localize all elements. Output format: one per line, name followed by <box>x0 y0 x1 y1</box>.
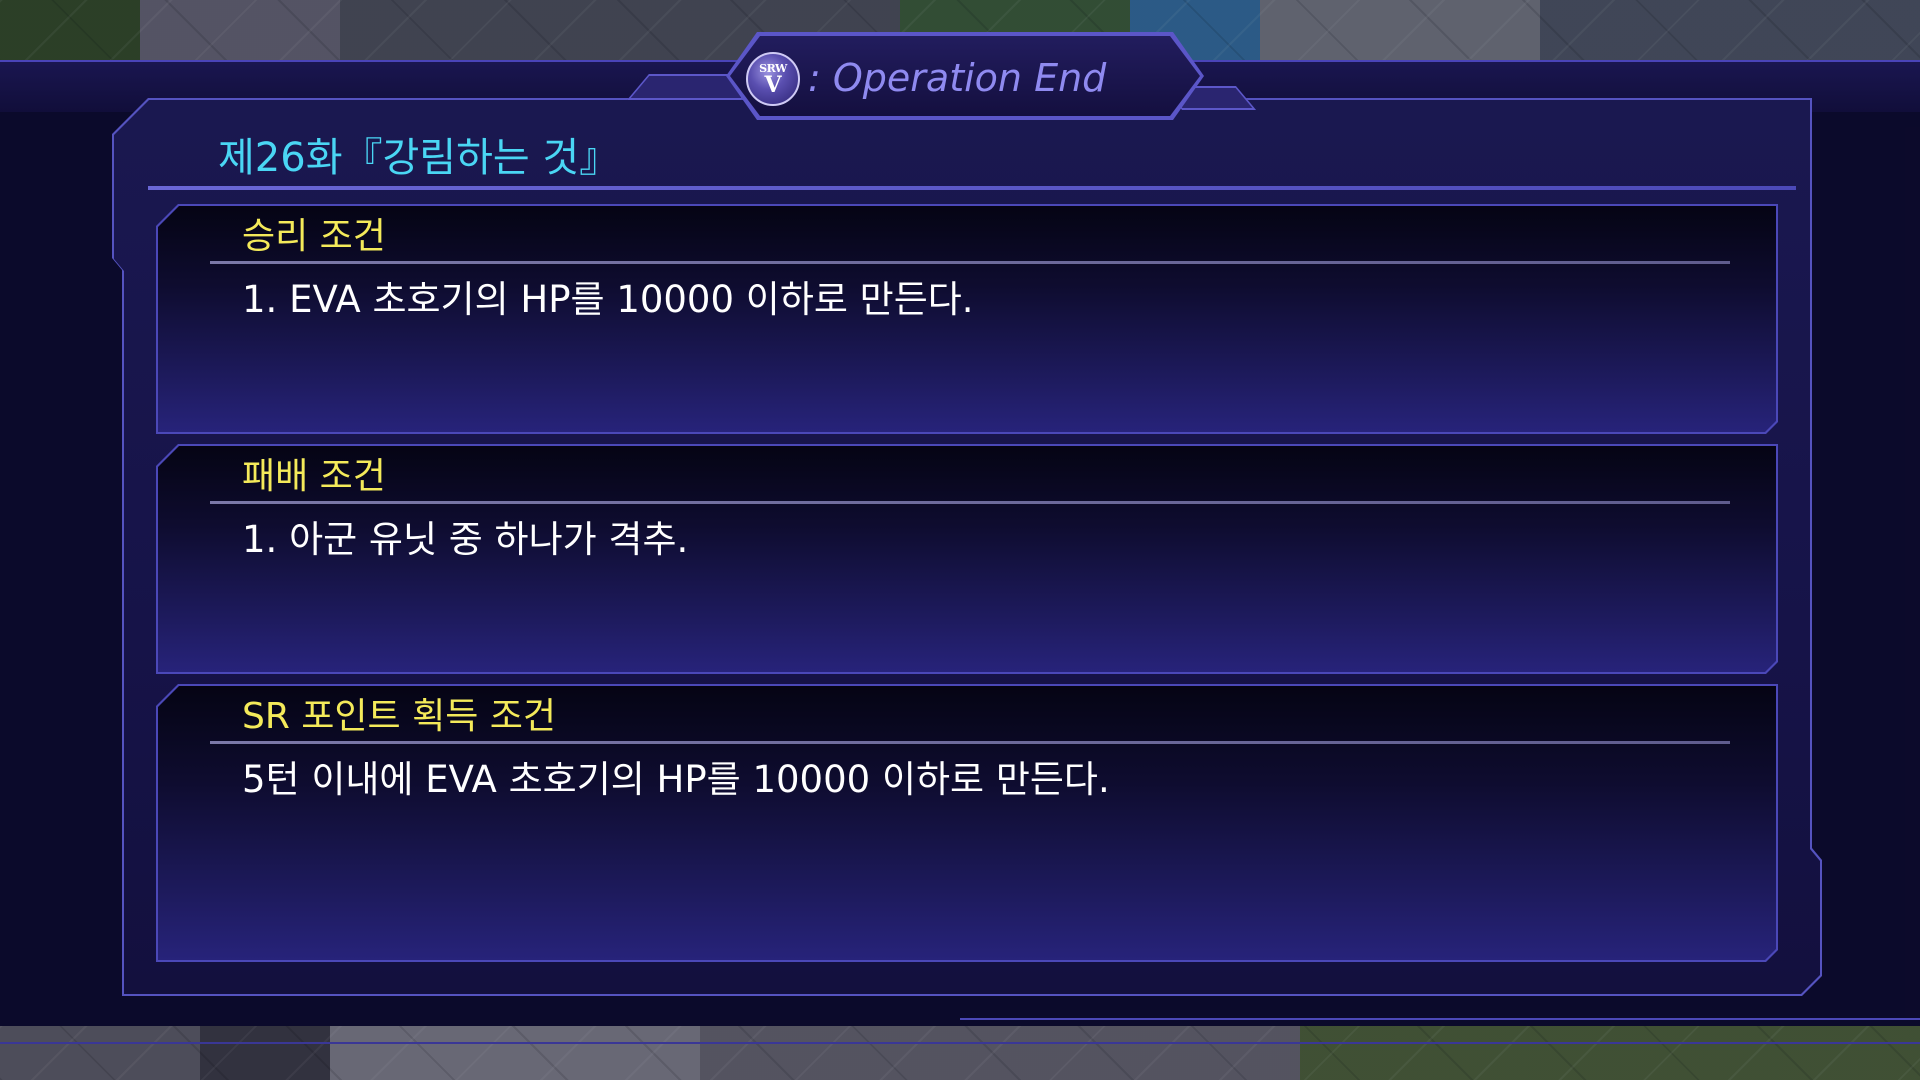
map-background-bottom <box>0 1026 1920 1080</box>
victory-conditions-heading: 승리 조건 <box>242 216 386 257</box>
victory-condition-text: 1. EVA 초호기의 HP를 10000 이하로 만든다. <box>242 278 974 321</box>
panel-body: 패배 조건 1. 아군 유닛 중 하나가 격추. <box>158 446 1776 672</box>
screen-title: : Operation End <box>808 56 1107 100</box>
defeat-conditions-panel: 패배 조건 1. 아군 유닛 중 하나가 격추. <box>156 444 1778 674</box>
panel-body: 승리 조건 1. EVA 초호기의 HP를 10000 이하로 만든다. <box>158 206 1776 432</box>
panel-body: SR 포인트 획득 조건 5턴 이내에 EVA 초호기의 HP를 10000 이… <box>158 686 1776 960</box>
chapter-title: 제26화『강림하는 것』 <box>218 135 620 181</box>
sr-point-conditions-panel: SR 포인트 획득 조건 5턴 이내에 EVA 초호기의 HP를 10000 이… <box>156 684 1778 962</box>
logo-text-bottom: V <box>764 71 782 98</box>
defeat-condition-text: 1. 아군 유닛 중 하나가 격추. <box>242 518 689 561</box>
victory-conditions-panel: 승리 조건 1. EVA 초호기의 HP를 10000 이하로 만든다. <box>156 204 1778 434</box>
sr-point-condition-text: 5턴 이내에 EVA 초호기의 HP를 10000 이하로 만든다. <box>242 758 1110 801</box>
srw-v-logo-icon: SRW V <box>746 52 800 106</box>
panel-divider <box>210 501 1730 504</box>
defeat-conditions-heading: 패배 조건 <box>242 456 386 497</box>
title-divider <box>148 186 1796 190</box>
sr-point-conditions-heading: SR 포인트 획득 조건 <box>242 696 557 737</box>
bottom-accent-line <box>0 1042 1920 1044</box>
bottom-accent-line <box>960 1018 1920 1020</box>
panel-divider <box>210 741 1730 744</box>
panel-divider <box>210 261 1730 264</box>
